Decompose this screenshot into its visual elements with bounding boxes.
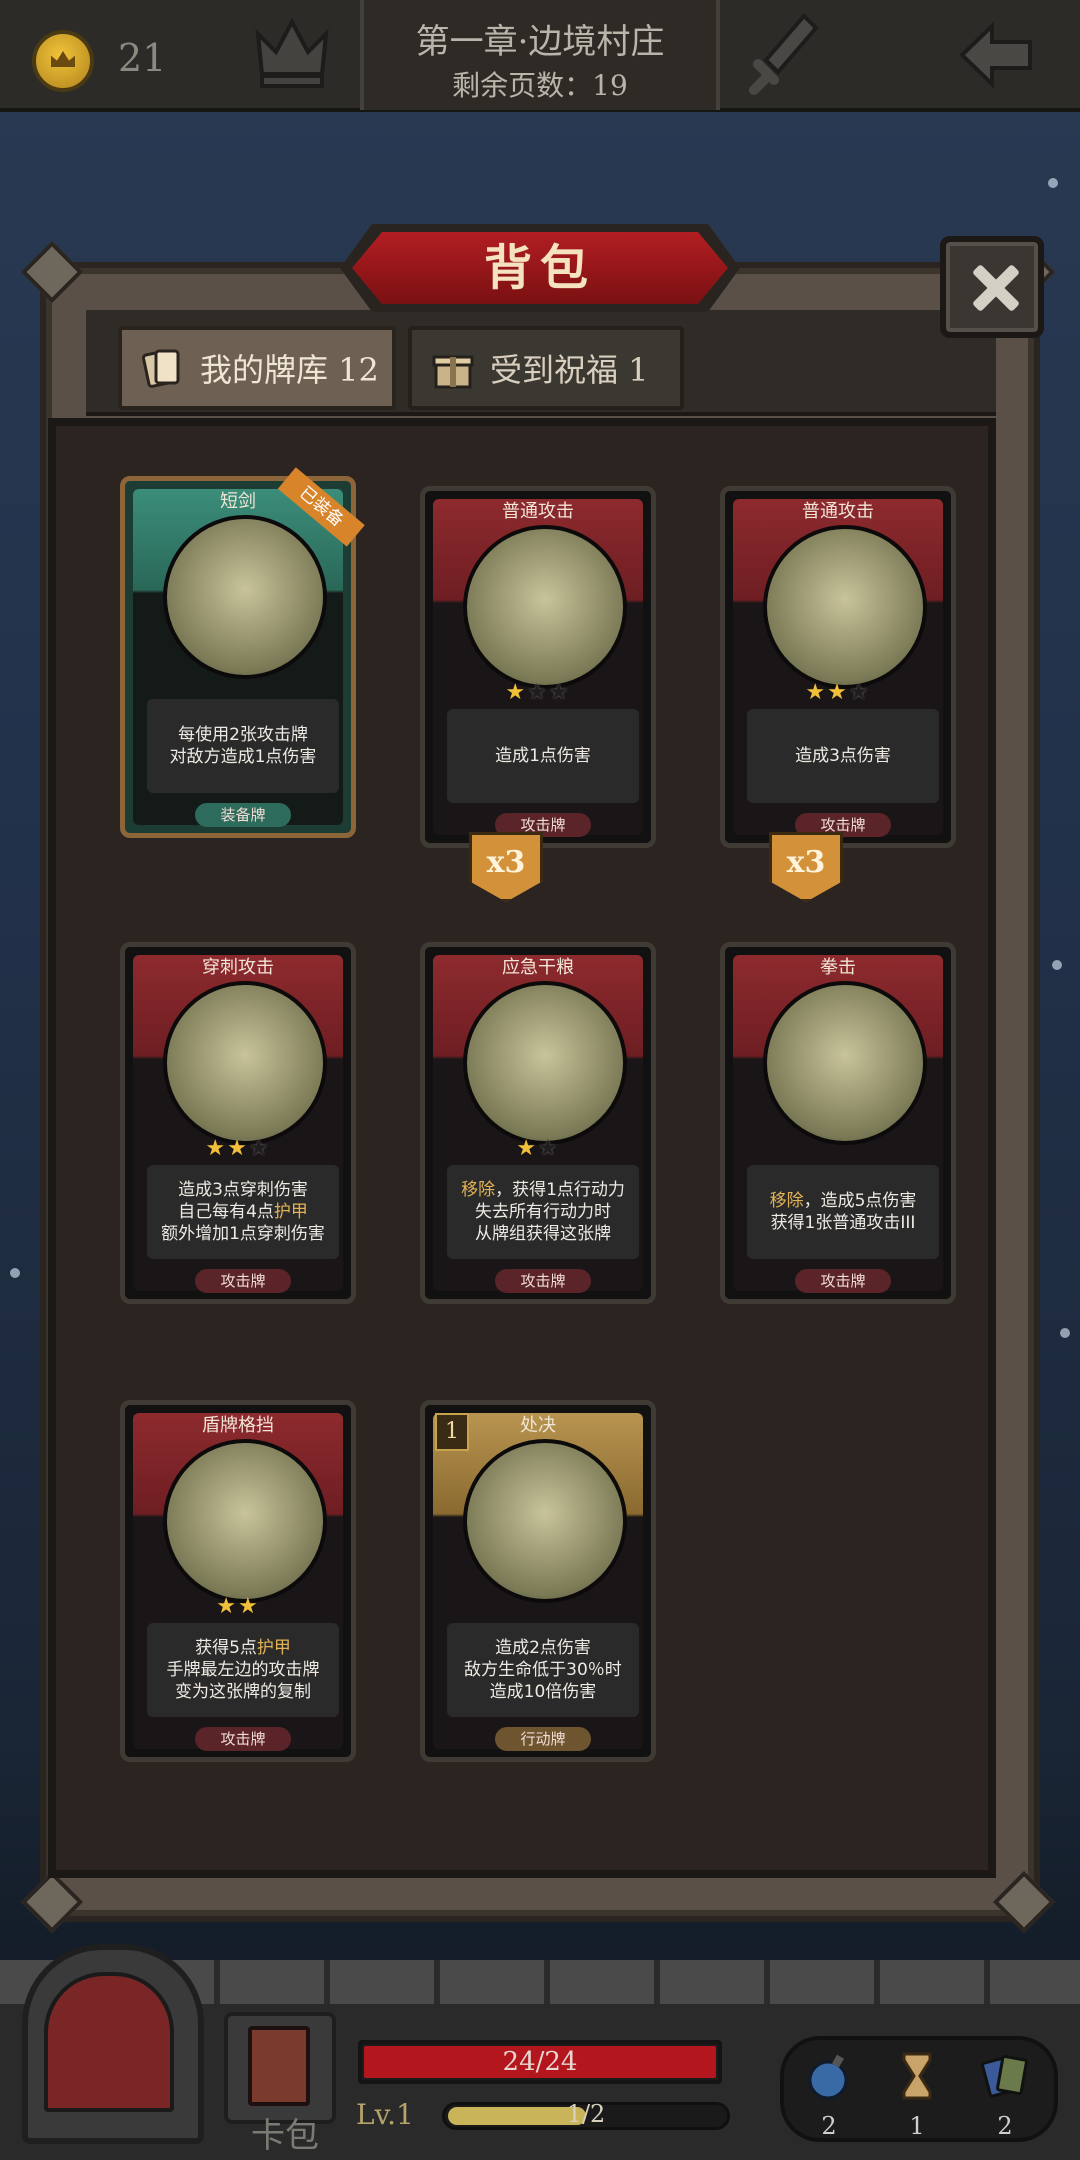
close-button[interactable]	[940, 236, 1044, 338]
snowflake	[1060, 1328, 1070, 1338]
card-art	[463, 1439, 627, 1603]
card-description-line: 获得5点护甲	[195, 1638, 291, 1658]
card-count: x3	[786, 845, 826, 880]
card-stars: ★★★	[205, 1136, 271, 1161]
card-description-line: 自己每有4点护甲	[178, 1202, 308, 1222]
card-description: 移除，造成5点伤害 获得1张普通攻击III	[747, 1165, 939, 1259]
xp-text: 1/2	[566, 2100, 606, 2128]
card[interactable]: 短剑 每使用2张攻击牌 对敌方造成1点伤害 装备牌 已装备	[120, 467, 365, 838]
chapter-title: 第一章·边境村庄	[415, 22, 665, 62]
card-name: 拳击	[820, 957, 856, 978]
card-pack-label: 卡包	[251, 2116, 319, 2156]
top-bar: 21 第一章·边境村庄 剩余页数：19	[0, 0, 1080, 112]
pages-left: 剩余页数：19	[452, 69, 628, 102]
card-description-line: 移除，获得1点行动力	[461, 1180, 625, 1200]
bomb-icon	[808, 2054, 848, 2100]
cost-badge: 1	[435, 1413, 469, 1451]
card-name: 穿刺攻击	[202, 957, 274, 978]
card-count: x3	[486, 845, 526, 880]
crown-coin-icon	[32, 30, 94, 92]
card[interactable]: 盾牌格挡 ★★ 获得5点护甲 手牌最左边的攻击牌 变为这张牌的复制攻击牌	[120, 1400, 356, 1762]
card[interactable]: 穿刺攻击 ★★★ 造成3点穿刺伤害 自己每有4点护甲 额外增加1点穿刺伤害攻击牌	[120, 942, 356, 1304]
card[interactable]: 普通攻击 ★★★ 造成1点伤害 攻击牌	[420, 486, 656, 848]
card-description-line: 造成10倍伤害	[489, 1682, 597, 1702]
card-type: 装备牌	[195, 803, 291, 827]
level-text: Lv.1	[356, 2098, 414, 2131]
card[interactable]: 处决 造成2点伤害 敌方生命低于30％时 造成10倍伤害 行动牌 1	[420, 1400, 656, 1762]
card-description-line: 对敌方造成1点伤害	[169, 747, 317, 767]
item-hourglass-count: 1	[909, 2112, 925, 2140]
hourglass-icon	[902, 2052, 932, 2100]
card[interactable]: 普通攻击 ★★★ 造成3点伤害 攻击牌	[720, 486, 956, 848]
card-description-line: 造成3点伤害	[795, 746, 891, 766]
card-description: 造成3点穿刺伤害 自己每有4点护甲 额外增加1点穿刺伤害	[147, 1165, 339, 1259]
sword-icon[interactable]	[744, 10, 824, 100]
card-name: 普通攻击	[802, 501, 874, 522]
card-description: 造成1点伤害	[447, 709, 639, 803]
tab-blessings[interactable]: 受到祝福 1	[408, 326, 684, 410]
snowflake	[1048, 178, 1058, 188]
card-stars: ★★	[216, 1594, 260, 1619]
card-description: 造成3点伤害	[747, 709, 939, 803]
card-stars: ★★★	[505, 680, 571, 705]
card-description-line: 造成2点伤害	[495, 1638, 591, 1658]
tab-blessings-label: 受到祝福 1	[490, 351, 649, 389]
tab-my-deck-label: 我的牌库 12	[200, 351, 379, 389]
card-description-line: 移除，造成5点伤害	[769, 1191, 917, 1211]
card-description-line: 每使用2张攻击牌	[178, 725, 308, 745]
card-description: 获得5点护甲 手牌最左边的攻击牌 变为这张牌的复制	[147, 1623, 339, 1717]
card-description: 移除，获得1点行动力 失去所有行动力时 从牌组获得这张牌	[447, 1165, 639, 1259]
card[interactable]: 拳击移除，造成5点伤害 获得1张普通攻击III 攻击牌	[720, 942, 956, 1304]
tab-my-deck[interactable]: 我的牌库 12	[118, 326, 396, 410]
snowflake	[10, 1268, 20, 1278]
card-description-line: 失去所有行动力时	[475, 1202, 611, 1222]
cards-icon	[980, 2054, 1028, 2098]
card-pack-icon	[248, 2026, 310, 2106]
card-art	[463, 525, 627, 689]
card-description-line: 变为这张牌的复制	[175, 1682, 311, 1702]
card-art	[763, 981, 927, 1145]
item-hourglass[interactable]: 1	[882, 2040, 952, 2140]
card-description-line: 从牌组获得这张牌	[475, 1224, 611, 1244]
panel-title: 背包	[483, 240, 596, 296]
card-type: 攻击牌	[495, 1269, 591, 1293]
card-stars: ★★★	[805, 680, 871, 705]
hp-text: 24/24	[502, 2047, 578, 2077]
tab-bar: 我的牌库 12 受到祝福 1	[86, 310, 996, 416]
card-name: 盾牌格挡	[202, 1415, 274, 1436]
card-type: 攻击牌	[195, 1727, 291, 1751]
gift-icon	[432, 355, 474, 389]
card-stars: ★★	[516, 1136, 560, 1161]
item-bomb-count: 2	[821, 2112, 837, 2140]
crown-icon[interactable]	[252, 14, 332, 94]
card-description-line: 敌方生命低于30％时	[464, 1660, 622, 1680]
card-art	[463, 981, 627, 1145]
item-cards-count: 2	[997, 2112, 1013, 2140]
card-art	[163, 1439, 327, 1603]
coin-count: 21	[118, 36, 167, 80]
card-art	[163, 515, 327, 679]
cards-icon	[141, 349, 180, 388]
item-bomb[interactable]: 2	[794, 2040, 864, 2140]
card-name: 应急干粮	[502, 957, 574, 978]
hero-portrait	[44, 1972, 174, 2112]
card-description-line: 额外增加1点穿刺伤害	[161, 1224, 325, 1244]
card-type: 行动牌	[495, 1727, 591, 1751]
card-art	[763, 525, 927, 689]
card-description: 每使用2张攻击牌 对敌方造成1点伤害	[147, 699, 339, 793]
card-description-line: 获得1张普通攻击III	[770, 1213, 916, 1233]
chapter-plate: 第一章·边境村庄 剩余页数：19	[360, 0, 720, 110]
item-cards[interactable]: 2	[970, 2040, 1040, 2140]
card-art	[163, 981, 327, 1145]
card-type: 攻击牌	[795, 1269, 891, 1293]
card-description-line: 造成1点伤害	[495, 746, 591, 766]
card[interactable]: 应急干粮 ★★ 移除，获得1点行动力 失去所有行动力时 从牌组获得这张牌攻击牌	[420, 942, 656, 1304]
card-description-line: 造成3点穿刺伤害	[178, 1180, 308, 1200]
card-description: 造成2点伤害 敌方生命低于30％时 造成10倍伤害	[447, 1623, 639, 1717]
card-name: 普通攻击	[502, 501, 574, 522]
snowflake	[1052, 960, 1062, 970]
back-arrow-icon[interactable]	[956, 20, 1036, 90]
card-description-line: 手牌最左边的攻击牌	[166, 1660, 320, 1680]
card-type: 攻击牌	[195, 1269, 291, 1293]
